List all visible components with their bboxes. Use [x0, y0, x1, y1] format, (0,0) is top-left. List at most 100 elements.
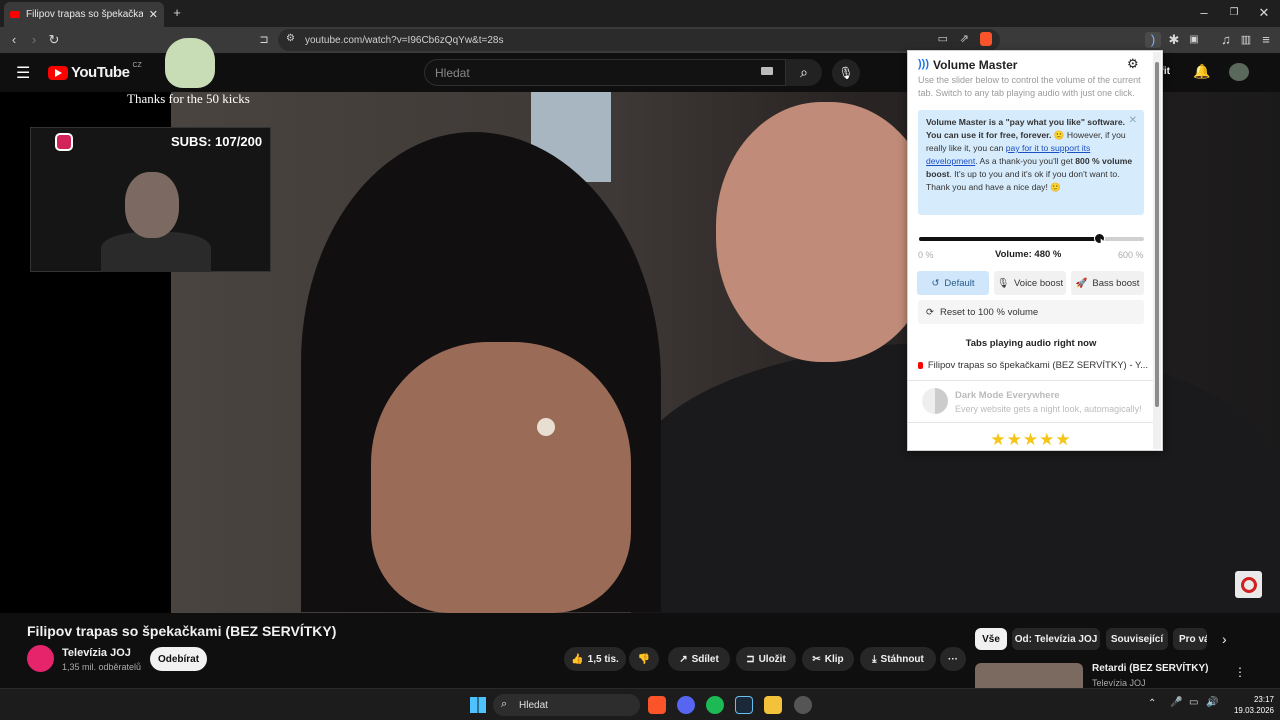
skull-emote-icon — [165, 38, 215, 88]
more-actions-button[interactable]: ··· — [940, 647, 966, 671]
volume-slider[interactable] — [919, 233, 1144, 244]
volume-master-popup: ))) Volume Master ⚙ Use the slider below… — [907, 50, 1163, 451]
youtube-search-input[interactable]: Hledat — [424, 59, 786, 86]
note-close-icon[interactable]: ✕ — [1129, 114, 1137, 127]
recommended-title[interactable]: Retardi (BEZ SERVÍTKY) — [1092, 663, 1209, 674]
promo-title[interactable]: Dark Mode Everywhere — [955, 390, 1060, 401]
window-restore-icon[interactable]: ❐ — [1226, 5, 1242, 21]
youtube-play-icon — [48, 65, 68, 80]
subscribe-button[interactable]: Odebírat — [150, 647, 207, 671]
volume-master-extension-icon[interactable]: ) — [1145, 32, 1161, 48]
brave-shield-icon[interactable] — [980, 32, 992, 46]
save-label: Uložit — [758, 653, 786, 665]
taskbar-clock[interactable]: 23:17 19.03.2026 — [1222, 694, 1274, 716]
smile-icon-2: 🙂 — [1050, 182, 1061, 192]
site-info-icon[interactable]: ⚙ — [286, 33, 295, 44]
rating-stars[interactable]: ★★★★★ — [908, 430, 1154, 450]
reset-label: Reset to 100 % volume — [939, 306, 1039, 318]
default-preset-button[interactable]: ↺ Default — [917, 271, 989, 295]
keyboard-icon[interactable] — [761, 67, 773, 75]
voice-boost-button[interactable]: 🎙 Voice boost — [994, 271, 1066, 295]
thumbs-down-icon: 👎 — [637, 653, 651, 665]
refresh-icon: ⟳ — [926, 306, 934, 318]
browser-tab-title: Filipov trapas so špekačkami | — [26, 9, 143, 20]
download-button[interactable]: ⤓ Stáhnout — [860, 647, 936, 671]
volume-slider-fill — [919, 237, 1099, 241]
windows-start-icon[interactable] — [470, 697, 486, 713]
like-count: 1,5 tis. — [587, 653, 619, 665]
chip-related[interactable]: Související — [1106, 628, 1168, 650]
bass-boost-button[interactable]: 🚀 Bass boost — [1071, 271, 1144, 295]
video-man-face — [716, 102, 936, 362]
reload-icon[interactable]: ↻ — [46, 32, 62, 48]
steam-icon[interactable] — [735, 696, 753, 714]
bass-boost-label: Bass boost — [1092, 277, 1140, 289]
settings-app-icon[interactable] — [794, 696, 812, 714]
voice-search-button[interactable]: 🎙 — [832, 59, 860, 87]
browser-tab[interactable]: Filipov trapas so špekačkami | ✕ — [4, 2, 164, 27]
address-bar[interactable]: ⚙ youtube.com/watch?v=I96Cb6zQqYw&t=28s … — [278, 29, 1000, 51]
save-button[interactable]: ⊐ Uložit — [736, 647, 796, 671]
webcam-person-body — [101, 232, 211, 272]
search-icon: ⌕ — [800, 64, 808, 80]
recommended-channel[interactable]: Televízia JOJ — [1092, 678, 1146, 688]
spotify-icon[interactable] — [706, 696, 724, 714]
chip-all[interactable]: Vše — [975, 628, 1007, 650]
new-tab-button[interactable]: + — [169, 5, 185, 21]
forward-icon[interactable]: › — [26, 32, 42, 48]
like-button[interactable]: 👍 1,5 tis. — [564, 647, 626, 671]
notifications-bell-icon[interactable]: 🔔 — [1193, 63, 1210, 80]
scissors-icon: ✂ — [812, 653, 821, 665]
youtube-logo[interactable]: YouTube CZ — [48, 62, 142, 81]
window-close-icon[interactable]: ✕ — [1256, 5, 1272, 21]
mic-icon: 🎙 — [996, 277, 1009, 289]
youtube-search-button[interactable]: ⌕ — [786, 59, 822, 86]
chips-next-chevron-icon[interactable]: › — [1222, 631, 1227, 647]
tab-close-icon[interactable]: ✕ — [149, 8, 158, 21]
pay-what-you-like-note: Volume Master is a "pay what you like" s… — [918, 110, 1144, 215]
cast-icon[interactable]: ▭ — [938, 32, 948, 45]
channel-watermark-icon[interactable] — [1235, 571, 1262, 598]
back-icon[interactable]: ‹ — [6, 32, 22, 48]
bookmark-icon[interactable]: ⊐ — [256, 32, 272, 48]
account-avatar[interactable] — [1229, 63, 1249, 81]
file-explorer-icon[interactable] — [764, 696, 782, 714]
media-icon[interactable]: ♫ — [1218, 32, 1234, 48]
webcam-person-face — [125, 172, 179, 238]
channel-name[interactable]: Televízia JOJ — [62, 647, 131, 659]
recommended-thumbnail[interactable] — [975, 663, 1083, 688]
settings-gear-icon[interactable]: ⚙ — [1127, 56, 1139, 72]
clock-date: 19.03.2026 — [1233, 706, 1274, 715]
wallet-icon[interactable]: ▣ — [1186, 32, 1202, 48]
share-page-icon[interactable]: ⇗ — [960, 32, 969, 45]
extensions-icon[interactable]: ✱ — [1166, 32, 1182, 48]
tray-volume-icon[interactable]: 🔊 — [1206, 697, 1218, 708]
microphone-icon: 🎙 — [838, 66, 854, 80]
dislike-button[interactable]: 👎 — [629, 647, 659, 671]
recommended-menu-icon[interactable]: ⋮ — [1234, 665, 1246, 679]
tray-chevron-icon[interactable]: ⌃ — [1148, 698, 1156, 709]
playing-tab-item[interactable]: Filipov trapas so špekačkami (BEZ SERVÍT… — [918, 360, 1148, 371]
reset-volume-button[interactable]: ⟳ Reset to 100 % volume — [918, 300, 1144, 324]
bookmark-save-icon: ⊐ — [746, 653, 755, 665]
clip-button[interactable]: ✂ Klip — [802, 647, 854, 671]
channel-subscriber-count: 1,35 mil. odběratelů — [62, 662, 142, 672]
share-button[interactable]: ↗ Sdílet — [668, 647, 730, 671]
channel-avatar[interactable] — [27, 645, 54, 672]
chip-from-channel[interactable]: Od: Televízia JOJ — [1012, 628, 1100, 650]
video-title: Filipov trapas so špekačkami (BEZ SERVÍT… — [27, 623, 337, 639]
youtube-tab-icon — [918, 362, 923, 369]
menu-icon[interactable]: ≡ — [1258, 32, 1274, 48]
popup-scrollbar-thumb[interactable] — [1155, 62, 1159, 407]
taskbar-search[interactable]: ⌕ Hledat — [493, 694, 640, 716]
window-minimize-icon[interactable]: – — [1196, 5, 1212, 21]
chip-for-you[interactable]: Pro vá — [1173, 628, 1207, 650]
discord-icon[interactable] — [677, 696, 695, 714]
brave-browser-icon[interactable] — [648, 696, 666, 714]
tray-network-icon[interactable]: ▭ — [1189, 697, 1198, 708]
default-label: Default — [944, 277, 975, 289]
hamburger-menu-icon[interactable]: ☰ — [16, 63, 30, 83]
tray-mic-icon[interactable]: 🎤 — [1170, 697, 1182, 708]
youtube-logo-text: YouTube — [71, 64, 130, 81]
sidebar-icon[interactable]: ▥ — [1238, 32, 1254, 48]
